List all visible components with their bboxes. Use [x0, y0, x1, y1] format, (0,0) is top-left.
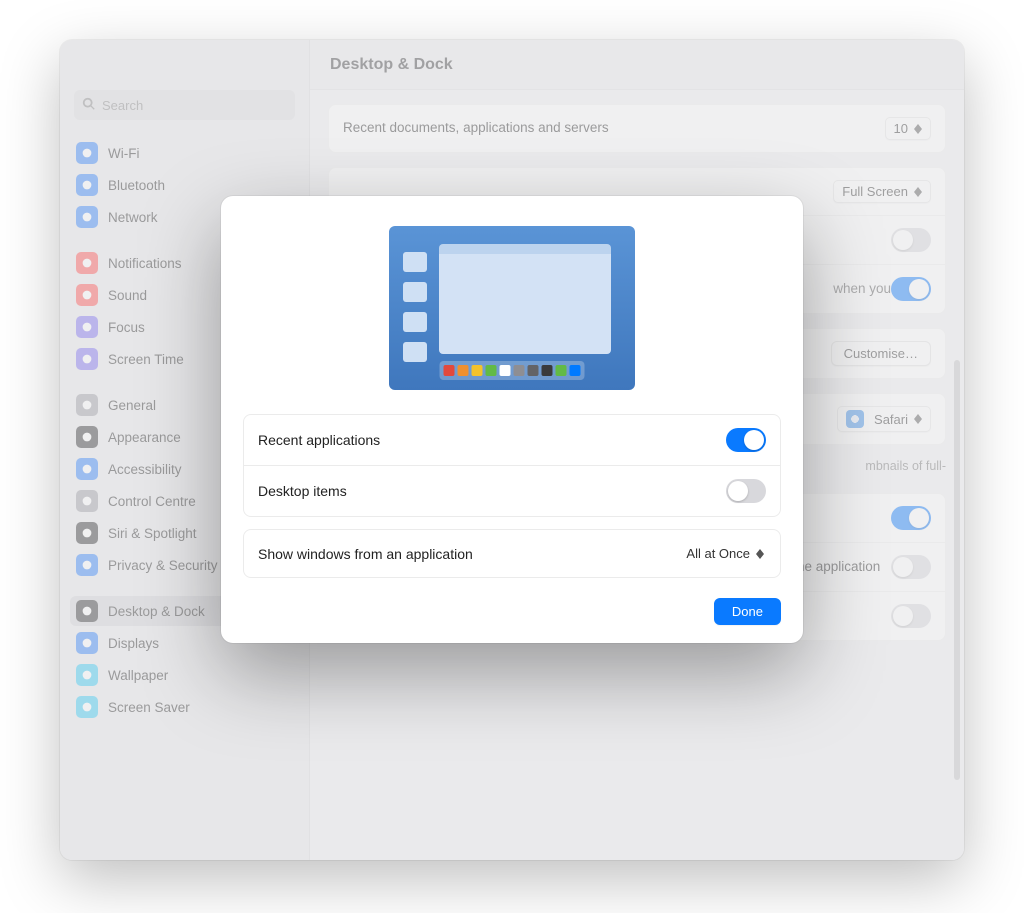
- sidebar-item-label: General: [108, 398, 156, 413]
- sidebar-item-label: Screen Saver: [108, 700, 190, 715]
- fullscreen-popup[interactable]: Full Screen: [833, 180, 931, 203]
- sidebar-item-label: Displays: [108, 636, 159, 651]
- modal-showwindows-group: Show windows from an application All at …: [243, 529, 781, 578]
- sidebar-item-label: Privacy & Security: [108, 558, 218, 573]
- sidebar-icon: [76, 174, 98, 196]
- auto-rearrange-toggle[interactable]: [891, 506, 931, 530]
- desktop-items-label: Desktop items: [258, 483, 347, 499]
- recent-apps-toggle[interactable]: [726, 428, 766, 452]
- sidebar-icon: [76, 284, 98, 306]
- sidebar-item-label: Accessibility: [108, 462, 182, 477]
- sidebar-item-wallpaper[interactable]: Wallpaper: [70, 660, 299, 690]
- show-windows-popup[interactable]: All at Once: [678, 543, 766, 564]
- toggle-off[interactable]: [891, 228, 931, 252]
- sidebar-icon: [76, 458, 98, 480]
- settings-group: Recent documents, applications and serve…: [328, 104, 946, 153]
- sidebar-item-label: Wallpaper: [108, 668, 168, 683]
- search-input[interactable]: Search: [74, 90, 295, 120]
- sidebar-icon: [76, 394, 98, 416]
- recent-apps-row: Recent applications: [244, 415, 780, 466]
- sidebar-icon: [76, 348, 98, 370]
- dock-illustration: [389, 226, 635, 390]
- show-windows-row: Show windows from an application All at …: [244, 530, 780, 577]
- desktop-items-toggle[interactable]: [726, 479, 766, 503]
- sidebar-icon: [76, 600, 98, 622]
- sidebar-item-label: Desktop & Dock: [108, 604, 205, 619]
- sidebar-icon: [76, 632, 98, 654]
- sidebar-icon: [76, 426, 98, 448]
- sidebar-item-label: Focus: [108, 320, 145, 335]
- sidebar-icon: [76, 554, 98, 576]
- desktop-items-row: Desktop items: [244, 466, 780, 516]
- recent-apps-label: Recent applications: [258, 432, 380, 448]
- group-windows-toggle[interactable]: [891, 604, 931, 628]
- sidebar-item-label: Sound: [108, 288, 147, 303]
- sidebar-item-label: Wi-Fi: [108, 146, 139, 161]
- sidebar-item-label: Bluetooth: [108, 178, 165, 193]
- sidebar-item-label: Notifications: [108, 256, 182, 271]
- sidebar-item-screen-saver[interactable]: Screen Saver: [70, 692, 299, 722]
- search-icon: [82, 97, 102, 114]
- recent-docs-row: Recent documents, applications and serve…: [329, 105, 945, 152]
- sidebar-item-label: Control Centre: [108, 494, 196, 509]
- sidebar-item-label: Screen Time: [108, 352, 184, 367]
- customise-button[interactable]: Customise…: [831, 341, 931, 366]
- mission-control-options-sheet: Recent applications Desktop items Show w…: [221, 196, 803, 643]
- sidebar-icon: [76, 142, 98, 164]
- sidebar-icon: [76, 316, 98, 338]
- scrollbar[interactable]: [954, 360, 960, 780]
- done-button[interactable]: Done: [714, 598, 781, 625]
- sidebar-item-label: Appearance: [108, 430, 181, 445]
- sidebar-item-label: Siri & Spotlight: [108, 526, 197, 541]
- page-title: Desktop & Dock: [310, 40, 964, 90]
- sidebar-icon: [76, 696, 98, 718]
- browser-popup[interactable]: Safari: [837, 406, 931, 432]
- chevron-updown-icon: [914, 414, 922, 424]
- sidebar-icon: [76, 522, 98, 544]
- sidebar-icon: [76, 664, 98, 686]
- sidebar-item-wi-fi[interactable]: Wi-Fi: [70, 138, 299, 168]
- switch-space-toggle[interactable]: [891, 555, 931, 579]
- modal-footer: Done: [243, 598, 781, 625]
- sidebar-icon: [76, 206, 98, 228]
- show-windows-label: Show windows from an application: [258, 546, 473, 562]
- chevron-updown-icon: [914, 187, 922, 197]
- chevron-updown-icon: [756, 549, 764, 559]
- sidebar-icon: [76, 252, 98, 274]
- recent-docs-label: Recent documents, applications and serve…: [343, 119, 885, 137]
- search-placeholder: Search: [102, 98, 143, 113]
- recent-docs-stepper[interactable]: 10: [885, 117, 931, 140]
- sidebar-icon: [76, 490, 98, 512]
- stepper-updown-icon: [914, 124, 922, 134]
- toggle-on[interactable]: [891, 277, 931, 301]
- sidebar-item-label: Network: [108, 210, 158, 225]
- modal-options-group: Recent applications Desktop items: [243, 414, 781, 517]
- safari-icon: [846, 410, 864, 428]
